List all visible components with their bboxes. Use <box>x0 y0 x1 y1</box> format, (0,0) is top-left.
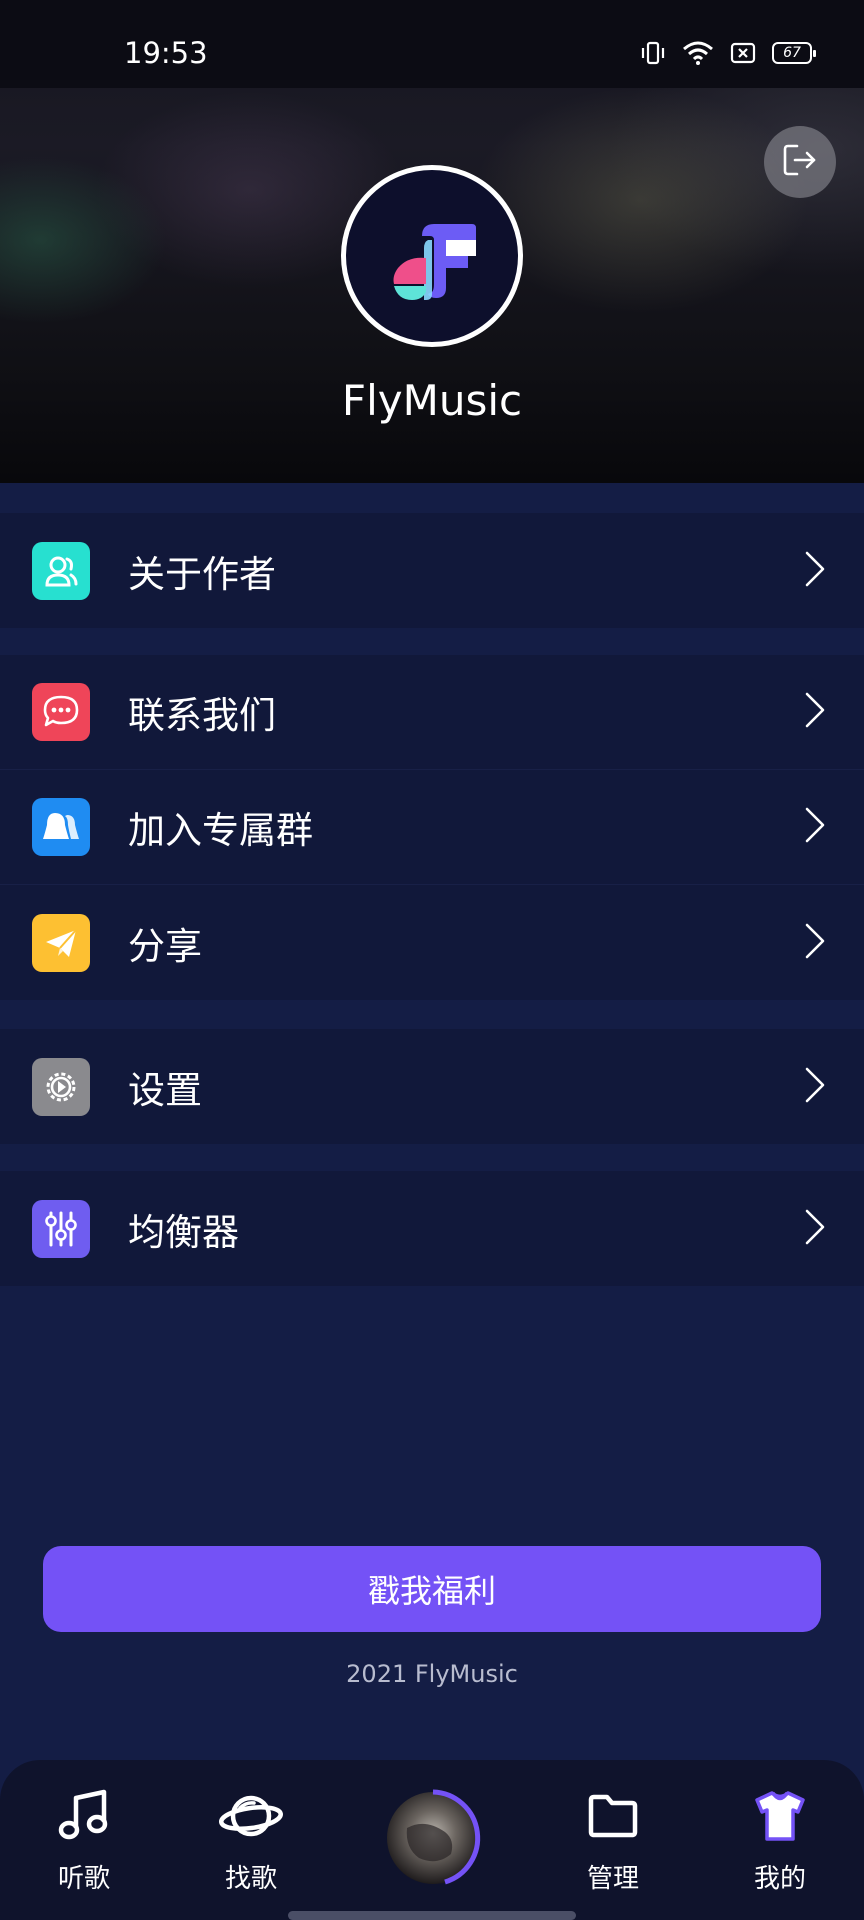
menu-item-share[interactable]: 分享 <box>0 885 864 1000</box>
status-bar: 19:53 67 <box>0 0 864 88</box>
chevron-right-icon <box>804 690 826 734</box>
menu-group-equalizer: 均衡器 <box>0 1171 864 1286</box>
settings-icon <box>32 1057 90 1116</box>
chevron-right-icon <box>804 921 826 965</box>
battery-icon: 67 <box>772 42 816 64</box>
menu-item-about-author[interactable]: 关于作者 <box>0 513 864 628</box>
tab-listen[interactable]: 听歌 <box>24 1788 144 1895</box>
menu-label: 联系我们 <box>128 694 276 737</box>
tab-discover[interactable]: 找歌 <box>191 1788 311 1895</box>
sim-icon <box>730 42 756 64</box>
tab-mine[interactable]: 我的 <box>720 1788 840 1895</box>
planet-icon <box>218 1788 284 1848</box>
equalizer-icon <box>32 1199 90 1258</box>
menu-item-contact-us[interactable]: 联系我们 <box>0 655 864 770</box>
wifi-icon <box>682 40 714 66</box>
now-playing-disc[interactable] <box>385 1788 485 1888</box>
tab-label: 我的 <box>753 1864 806 1894</box>
shirt-icon <box>752 1788 808 1848</box>
app-name: FlyMusic <box>341 376 523 425</box>
vibrate-icon <box>640 40 666 66</box>
chevron-right-icon <box>804 1207 826 1251</box>
menu-label: 关于作者 <box>128 552 276 596</box>
home-indicator[interactable] <box>288 1911 576 1920</box>
welfare-button[interactable]: 戳我福利 <box>43 1546 821 1632</box>
chevron-right-icon <box>804 549 826 593</box>
tab-manage[interactable]: 管理 <box>553 1788 673 1895</box>
menu-item-equalizer[interactable]: 均衡器 <box>0 1171 864 1286</box>
menu-label: 设置 <box>128 1068 202 1112</box>
music-note-icon <box>56 1788 112 1848</box>
chevron-right-icon <box>804 1065 826 1109</box>
tab-label: 管理 <box>586 1864 639 1894</box>
share-icon <box>32 913 90 972</box>
folder-icon <box>585 1788 641 1848</box>
app-logo <box>341 165 523 347</box>
menu-item-join-group[interactable]: 加入专属群 <box>0 770 864 885</box>
menu-label: 均衡器 <box>128 1210 239 1254</box>
status-icons: 67 <box>640 40 816 66</box>
chat-icon <box>32 683 90 741</box>
menu-group-about: 关于作者 <box>0 513 864 628</box>
profile-header: 19:53 67 FlyMusic <box>0 0 864 483</box>
flymusic-logo-icon <box>393 224 476 300</box>
menu-item-settings[interactable]: 设置 <box>0 1029 864 1144</box>
menu-group-contact: 联系我们 加入专属群 分享 <box>0 655 864 1000</box>
bottom-nav: 听歌 找歌 管理 我的 <box>0 1760 864 1920</box>
copyright-text: 2021 FlyMusic <box>346 1660 518 1688</box>
menu-label: 分享 <box>128 924 202 968</box>
group-icon <box>32 798 90 856</box>
menu-label: 加入专属群 <box>128 809 313 852</box>
author-icon <box>32 541 90 600</box>
logout-button[interactable] <box>764 126 836 198</box>
tab-label: 听歌 <box>57 1864 110 1894</box>
menu-group-settings: 设置 <box>0 1029 864 1144</box>
status-time: 19:53 <box>124 36 208 70</box>
chevron-right-icon <box>804 805 826 849</box>
tab-label: 找歌 <box>224 1864 277 1894</box>
logout-icon <box>781 141 819 183</box>
